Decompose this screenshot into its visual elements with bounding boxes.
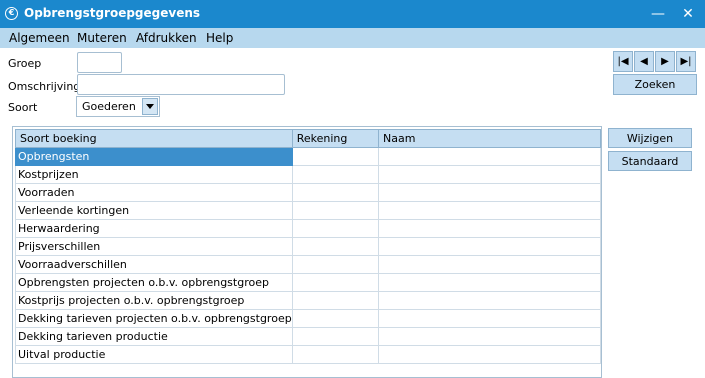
form-area: Groep Omschrijving Soort Goederen |◀ ◀ ▶… <box>0 48 705 378</box>
minimize-button[interactable]: — <box>648 4 668 24</box>
table-row[interactable]: Opbrengsten <box>15 147 601 166</box>
column-header-rekening[interactable]: Rekening <box>291 129 380 148</box>
table-row[interactable]: Voorraadverschillen <box>15 255 601 274</box>
menu-algemeen[interactable]: Algemeen <box>9 31 70 45</box>
cell-rekening[interactable] <box>291 183 380 202</box>
wijzigen-button[interactable]: Wijzigen <box>608 128 692 148</box>
cell-naam[interactable] <box>378 309 601 328</box>
column-header-naam[interactable]: Naam <box>378 129 601 148</box>
cell-soort-boeking[interactable]: Opbrengsten projecten o.b.v. opbrengstgr… <box>15 273 293 292</box>
close-button[interactable]: ✕ <box>678 4 698 24</box>
cell-naam[interactable] <box>378 273 601 292</box>
menu-help[interactable]: Help <box>206 31 233 45</box>
menu-afdrukken[interactable]: Afdrukken <box>136 31 197 45</box>
table-row[interactable]: Kostprijzen <box>15 165 601 184</box>
cell-naam[interactable] <box>378 219 601 238</box>
cell-rekening[interactable] <box>291 165 380 184</box>
cell-rekening[interactable] <box>291 147 380 166</box>
table-row[interactable]: Herwaardering <box>15 219 601 238</box>
cell-rekening[interactable] <box>291 219 380 238</box>
standaard-button[interactable]: Standaard <box>608 151 692 171</box>
soort-select[interactable]: Goederen <box>76 96 160 117</box>
cell-soort-boeking[interactable]: Voorraden <box>15 183 293 202</box>
column-header-soort-boeking[interactable]: Soort boeking <box>15 129 293 148</box>
cell-soort-boeking[interactable]: Dekking tarieven productie <box>15 327 293 346</box>
cell-soort-boeking[interactable]: Opbrengsten <box>15 147 293 166</box>
cell-rekening[interactable] <box>291 237 380 256</box>
boeking-grid: Soort boeking Rekening Naam Opbrengsten K… <box>15 129 601 364</box>
table-row[interactable]: Verleende kortingen <box>15 201 601 220</box>
cell-rekening[interactable] <box>291 273 380 292</box>
cell-naam[interactable] <box>378 237 601 256</box>
cell-naam[interactable] <box>378 201 601 220</box>
grid-header: Soort boeking Rekening Naam <box>15 129 601 148</box>
next-record-icon[interactable]: ▶ <box>655 51 675 72</box>
table-row[interactable]: Dekking tarieven projecten o.b.v. opbren… <box>15 309 601 328</box>
cell-soort-boeking[interactable]: Dekking tarieven projecten o.b.v. opbren… <box>15 309 293 328</box>
cell-soort-boeking[interactable]: Verleende kortingen <box>15 201 293 220</box>
table-row[interactable]: Kostprijs projecten o.b.v. opbrengstgroe… <box>15 291 601 310</box>
cell-soort-boeking[interactable]: Uitval productie <box>15 345 293 364</box>
window-title: Opbrengstgroepgegevens <box>24 6 201 20</box>
cell-rekening[interactable] <box>291 327 380 346</box>
cell-rekening[interactable] <box>291 345 380 364</box>
menu-bar: Algemeen Muteren Afdrukken Help <box>0 28 705 48</box>
cell-soort-boeking[interactable]: Voorraadverschillen <box>15 255 293 274</box>
cell-naam[interactable] <box>378 147 601 166</box>
cell-naam[interactable] <box>378 345 601 364</box>
cell-naam[interactable] <box>378 291 601 310</box>
groep-input[interactable] <box>77 52 122 73</box>
groep-label: Groep <box>8 57 42 70</box>
cell-soort-boeking[interactable]: Kostprijs projecten o.b.v. opbrengstgroe… <box>15 291 293 310</box>
cell-rekening[interactable] <box>291 291 380 310</box>
table-row[interactable]: Dekking tarieven productie <box>15 327 601 346</box>
zoeken-button[interactable]: Zoeken <box>613 74 697 95</box>
menu-muteren[interactable]: Muteren <box>77 31 127 45</box>
grid-container: Soort boeking Rekening Naam Opbrengsten K… <box>12 126 602 378</box>
cell-naam[interactable] <box>378 165 601 184</box>
omschrijving-label: Omschrijving <box>8 80 81 93</box>
table-row[interactable]: Opbrengsten projecten o.b.v. opbrengstgr… <box>15 273 601 292</box>
table-row[interactable]: Prijsverschillen <box>15 237 601 256</box>
cell-soort-boeking[interactable]: Prijsverschillen <box>15 237 293 256</box>
cell-rekening[interactable] <box>291 201 380 220</box>
cell-naam[interactable] <box>378 255 601 274</box>
first-record-icon[interactable]: |◀ <box>613 51 633 72</box>
cell-naam[interactable] <box>378 327 601 346</box>
soort-label: Soort <box>8 101 38 114</box>
last-record-icon[interactable]: ▶| <box>676 51 696 72</box>
app-icon: € <box>5 7 18 20</box>
previous-record-icon[interactable]: ◀ <box>634 51 654 72</box>
table-row[interactable]: Voorraden <box>15 183 601 202</box>
title-bar: € Opbrengstgroepgegevens — ✕ <box>0 0 705 28</box>
cell-soort-boeking[interactable]: Herwaardering <box>15 219 293 238</box>
cell-rekening[interactable] <box>291 309 380 328</box>
omschrijving-input[interactable] <box>77 74 285 95</box>
soort-value: Goederen <box>82 100 136 113</box>
chevron-down-icon[interactable] <box>142 98 158 115</box>
cell-rekening[interactable] <box>291 255 380 274</box>
cell-naam[interactable] <box>378 183 601 202</box>
cell-soort-boeking[interactable]: Kostprijzen <box>15 165 293 184</box>
table-row[interactable]: Uitval productie <box>15 345 601 364</box>
record-navigation: |◀ ◀ ▶ ▶| <box>613 51 697 72</box>
